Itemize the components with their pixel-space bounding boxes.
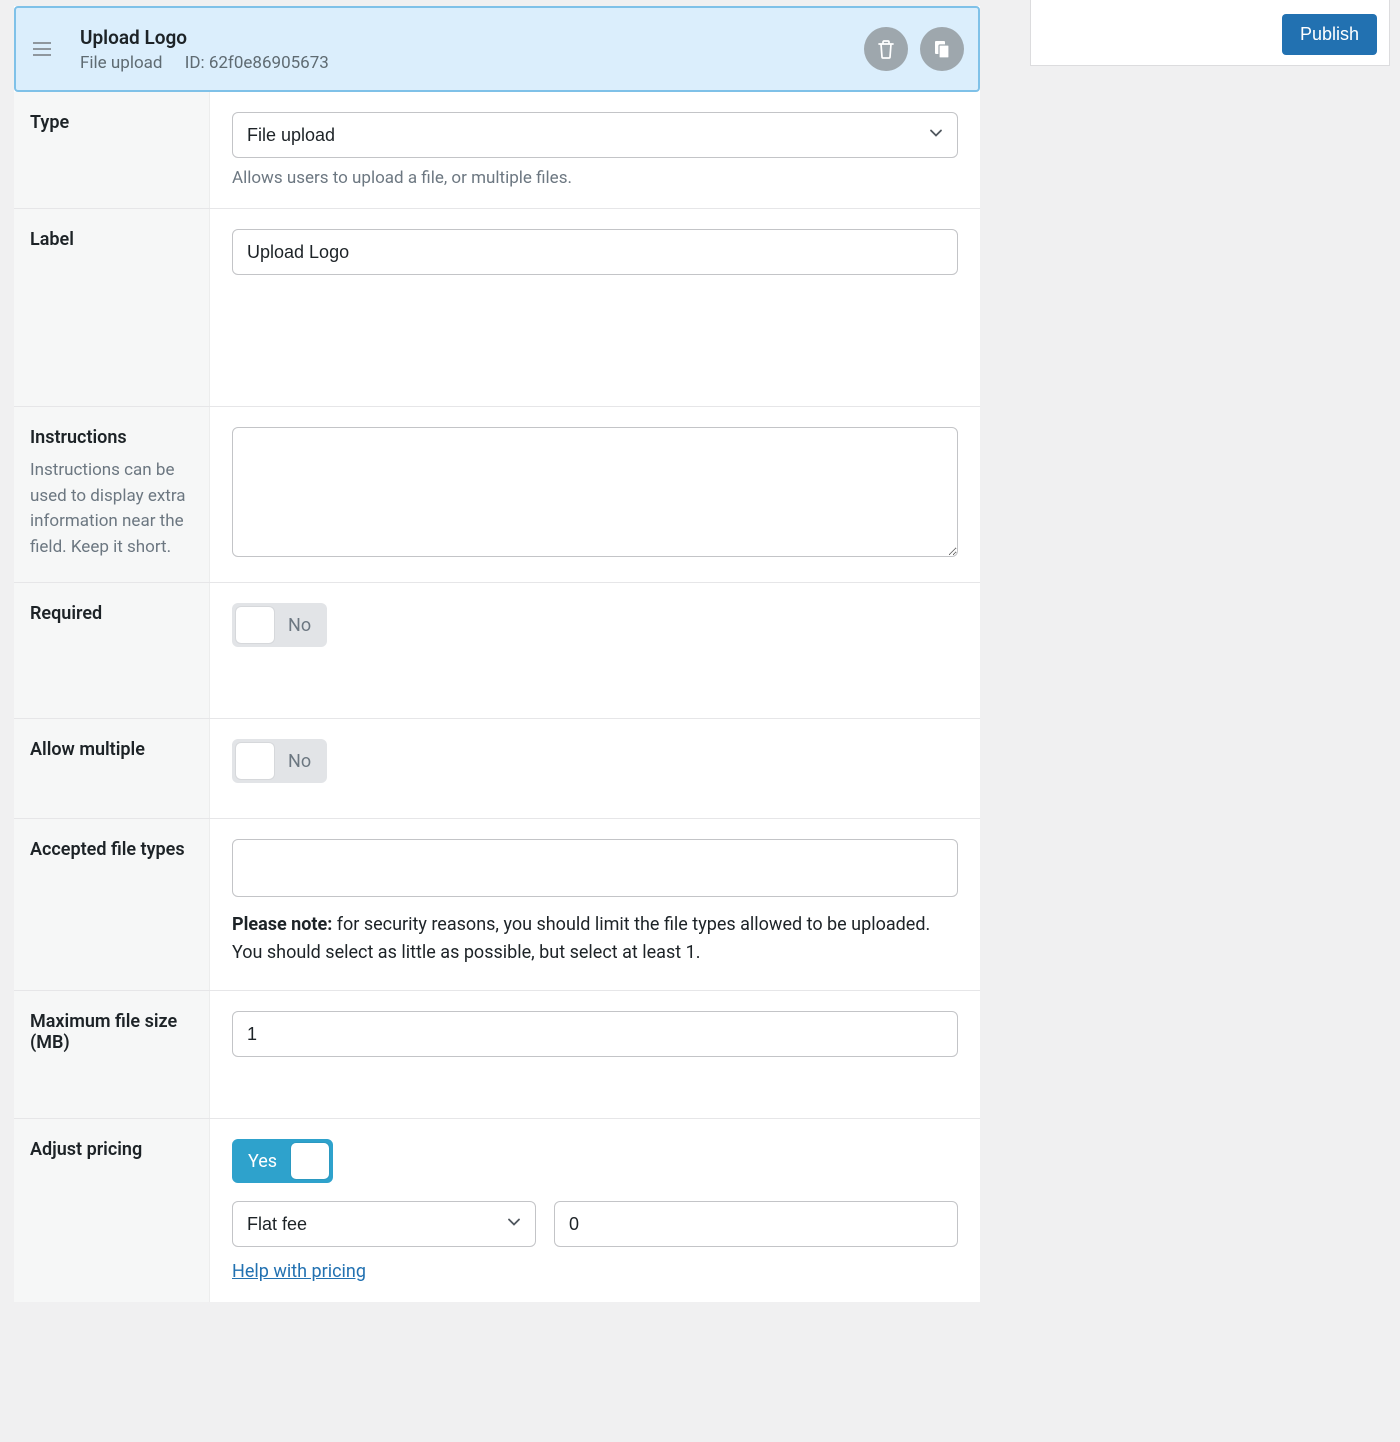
toggle-knob xyxy=(291,1143,329,1179)
drag-handle-icon[interactable] xyxy=(30,37,54,61)
max-file-size-input[interactable] xyxy=(232,1011,958,1057)
accepted-types-note: Please note: for security reasons, you s… xyxy=(232,911,958,967)
instructions-textarea[interactable] xyxy=(232,427,958,557)
required-toggle-label: No xyxy=(288,615,311,636)
trash-icon xyxy=(877,39,895,59)
pricing-mode-select[interactable]: Flat fee xyxy=(232,1201,536,1247)
label-type: Type xyxy=(14,92,210,208)
label-label: Label xyxy=(14,209,210,406)
label-accepted-types: Accepted file types xyxy=(14,819,210,990)
label-instructions: Instructions xyxy=(30,427,127,448)
duplicate-button[interactable] xyxy=(920,27,964,71)
label-allow-multiple: Allow multiple xyxy=(14,719,210,818)
toggle-knob xyxy=(236,607,274,643)
type-help-text: Allows users to upload a file, or multip… xyxy=(232,168,958,188)
publish-box: Publish xyxy=(1030,0,1390,66)
label-input[interactable] xyxy=(232,229,958,275)
instructions-help-text: Instructions can be used to display extr… xyxy=(30,458,193,560)
publish-button[interactable]: Publish xyxy=(1282,14,1377,55)
label-required: Required xyxy=(14,583,210,718)
label-adjust-pricing: Adjust pricing xyxy=(14,1119,210,1302)
copy-icon xyxy=(932,39,952,59)
field-header[interactable]: Upload Logo File upload ID: 62f0e8690567… xyxy=(14,6,980,92)
label-max-file-size: Maximum file size (MB) xyxy=(14,991,210,1118)
adjust-pricing-toggle[interactable]: Yes xyxy=(232,1139,333,1183)
allow-multiple-toggle-label: No xyxy=(288,751,311,772)
type-select[interactable]: File upload xyxy=(232,112,958,158)
field-subtype: File upload xyxy=(80,53,162,73)
toggle-knob xyxy=(236,743,274,779)
field-title: Upload Logo xyxy=(80,26,852,49)
allow-multiple-toggle[interactable]: No xyxy=(232,739,327,783)
accepted-types-input[interactable] xyxy=(232,839,958,897)
adjust-pricing-toggle-label: Yes xyxy=(248,1151,277,1172)
required-toggle[interactable]: No xyxy=(232,603,327,647)
field-id: ID: 62f0e86905673 xyxy=(185,53,329,73)
help-with-pricing-link[interactable]: Help with pricing xyxy=(232,1261,366,1282)
field-header-text: Upload Logo File upload ID: 62f0e8690567… xyxy=(80,26,852,73)
pricing-amount-input[interactable] xyxy=(554,1201,958,1247)
delete-button[interactable] xyxy=(864,27,908,71)
